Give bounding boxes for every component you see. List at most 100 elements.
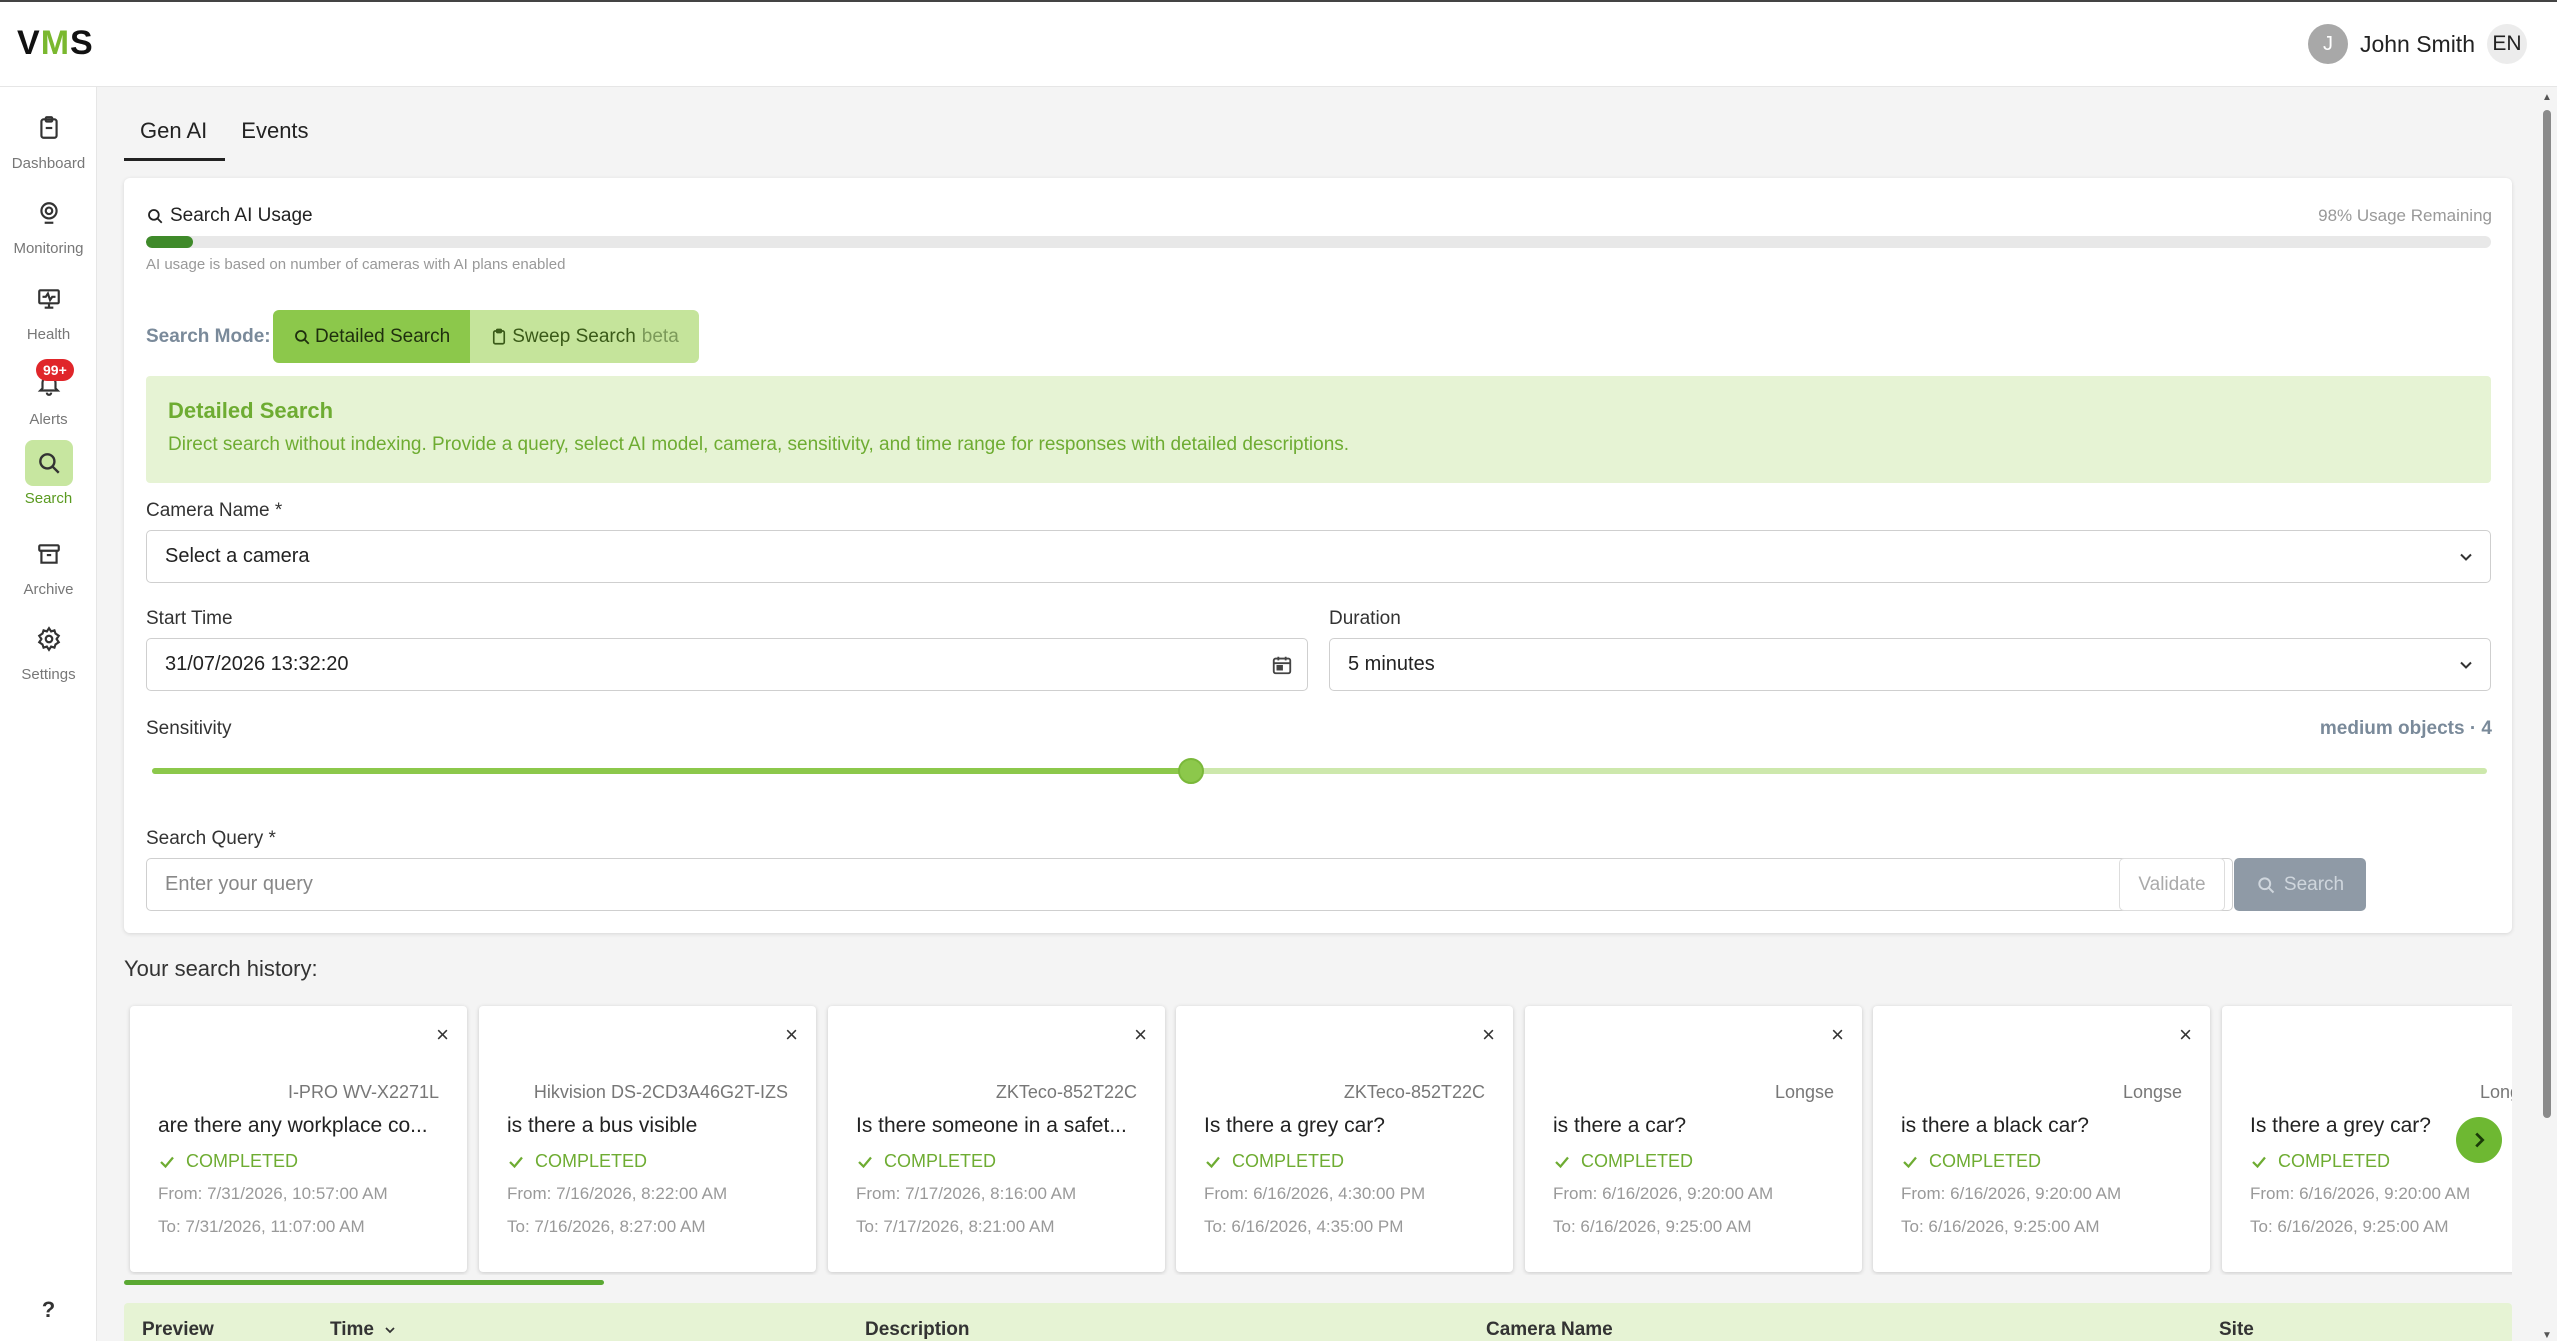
history-camera: Longse [2480, 1082, 2512, 1102]
sidebar: Dashboard Monitoring Health 99+ Alerts S… [0, 87, 97, 1341]
vms-logo[interactable]: VMS [17, 24, 94, 63]
check-icon [1903, 1156, 1917, 1168]
sweep-search-button[interactable]: Sweep Search beta [470, 310, 699, 363]
history-from: From: 7/31/2026, 10:57:00 AM [158, 1184, 388, 1203]
history-camera: I-PRO WV-X2271L [287, 1082, 439, 1102]
chevron-down-icon [2460, 661, 2472, 669]
sidebar-item-settings[interactable]: Settings [0, 616, 97, 683]
duration-select[interactable]: 5 minutes [1329, 638, 2491, 691]
logo-letter-v: V [17, 24, 41, 62]
history-query: is there a car? [1553, 1114, 1687, 1137]
history-to: To: 6/16/2026, 4:35:00 PM [1204, 1217, 1404, 1236]
sidebar-item-archive[interactable]: Archive [0, 531, 97, 598]
sidebar-item-alerts[interactable]: 99+ Alerts [0, 359, 97, 428]
history-next-button[interactable] [2456, 1117, 2502, 1163]
history-from: From: 7/16/2026, 8:22:00 AM [507, 1184, 728, 1203]
history-card[interactable]: × Longse is there a car? COMPLETED From:… [1525, 1006, 1862, 1272]
history-status: COMPLETED [158, 1151, 298, 1172]
search-icon [295, 329, 310, 344]
scroll-down-arrow[interactable]: ▼ [2540, 1330, 2554, 1341]
results-table-header: Preview Time Description Camera Name Sit… [124, 1303, 2512, 1341]
check-icon [1206, 1156, 1220, 1168]
sidebar-item-label: Archive [23, 581, 74, 598]
history-from: From: 6/16/2026, 9:20:00 AM [2250, 1184, 2471, 1203]
scroll-up-arrow[interactable]: ▲ [2540, 92, 2554, 103]
detailed-search-button[interactable]: Detailed Search [273, 310, 471, 363]
history-status: COMPLETED [1553, 1151, 1693, 1172]
avatar[interactable]: J [2307, 24, 2348, 64]
tab-events[interactable]: Events [225, 104, 326, 161]
sidebar-item-dashboard[interactable]: Dashboard [0, 105, 97, 172]
user-menu[interactable]: J John Smith EN [2307, 24, 2527, 64]
search-icon [2258, 876, 2275, 893]
page-scrollbar[interactable]: ▲ ▼ [2540, 92, 2554, 1341]
close-icon[interactable]: × [1831, 1022, 1844, 1048]
sensitivity-slider-fill [152, 768, 1192, 774]
search-history-strip[interactable]: × I-PRO WV-X2271L are there any workplac… [124, 1000, 2512, 1275]
sidebar-item-health[interactable]: Health [0, 276, 97, 343]
search-button[interactable]: Search [2234, 858, 2366, 911]
history-query: Is there a grey car? [1204, 1114, 1385, 1137]
sidebar-item-monitoring[interactable]: Monitoring [0, 190, 97, 257]
clipboard-icon [25, 105, 73, 151]
logo-letter-s: S [70, 24, 94, 62]
sidebar-item-label: Dashboard [11, 155, 86, 172]
language-switcher[interactable]: EN [2487, 24, 2527, 64]
usage-title: Search AI Usage [146, 205, 313, 227]
user-name[interactable]: John Smith [2360, 31, 2475, 58]
column-header-preview: Preview [142, 1319, 214, 1340]
history-card[interactable]: × Longse is there a black car? COMPLETED… [1873, 1006, 2210, 1272]
sensitivity-slider[interactable] [152, 758, 2487, 784]
logo-letter-m: M [40, 24, 71, 62]
search-query-input[interactable]: Enter your query [146, 858, 2233, 911]
history-query: Is there someone in a safet... [856, 1114, 1127, 1137]
check-icon [160, 1156, 174, 1168]
validate-button[interactable]: Validate [2119, 858, 2225, 911]
start-time-label: Start Time [146, 608, 233, 629]
history-camera: Hikvision DS-2CD3A46G2T-IZS [533, 1082, 788, 1102]
mode-info-title: Detailed Search [168, 398, 334, 423]
history-camera: ZKTeco-852T22C [1343, 1082, 1485, 1102]
history-to: To: 7/31/2026, 11:07:00 AM [158, 1217, 365, 1236]
history-card[interactable]: × ZKTeco-852T22C Is there someone in a s… [828, 1006, 1165, 1272]
scrollbar-thumb[interactable] [2543, 110, 2551, 1118]
calendar-icon[interactable] [1271, 654, 1293, 676]
history-card[interactable]: × I-PRO WV-X2271L are there any workplac… [130, 1006, 467, 1272]
search-icon [24, 440, 73, 486]
sidebar-item-label: Health [26, 326, 71, 343]
column-header-time[interactable]: Time [330, 1319, 398, 1341]
usage-remaining: 98% Usage Remaining [2318, 206, 2492, 225]
search-button-label: Search [2283, 873, 2345, 895]
close-icon[interactable]: × [436, 1022, 449, 1048]
mode-info-description: Direct search without indexing. Provide … [168, 434, 1350, 455]
webcam-icon [25, 190, 73, 236]
history-status-text: COMPLETED [2278, 1151, 2391, 1171]
beta-tag: beta [641, 325, 679, 347]
close-icon[interactable]: × [2179, 1022, 2192, 1048]
chevron-down-icon [2460, 553, 2472, 561]
close-icon[interactable]: × [785, 1022, 798, 1048]
close-icon[interactable]: × [1482, 1022, 1495, 1048]
history-scrollbar[interactable] [124, 1280, 604, 1285]
help-button[interactable]: ? [0, 1297, 97, 1323]
search-query-label: Search Query * [146, 828, 276, 850]
camera-name-label: Camera Name * [146, 500, 282, 522]
history-to: To: 6/16/2026, 9:25:00 AM [1553, 1217, 1752, 1236]
start-time-input[interactable]: 31/07/2026 13:32:20 [146, 638, 1308, 691]
tab-gen-ai[interactable]: Gen AI [124, 104, 226, 161]
close-icon[interactable]: × [1134, 1022, 1147, 1048]
sensitivity-slider-thumb[interactable] [1178, 758, 1205, 784]
sidebar-item-label: Settings [21, 666, 76, 683]
camera-select[interactable]: Select a camera [146, 530, 2491, 583]
sensitivity-label: Sensitivity [146, 718, 232, 739]
history-status: COMPLETED [507, 1151, 647, 1172]
tab-bar: Gen AI Events [124, 104, 327, 161]
history-card[interactable]: × ZKTeco-852T22C Is there a grey car? CO… [1176, 1006, 1513, 1272]
chevron-right-icon [2475, 1132, 2485, 1148]
check-icon [2252, 1156, 2266, 1168]
sidebar-item-search[interactable]: Search [0, 440, 97, 507]
history-card[interactable]: × Hikvision DS-2CD3A46G2T-IZS is there a… [479, 1006, 816, 1272]
history-status-text: COMPLETED [1581, 1151, 1694, 1171]
usage-progress-fill [146, 236, 193, 248]
history-to: To: 6/16/2026, 9:25:00 AM [2250, 1217, 2449, 1236]
